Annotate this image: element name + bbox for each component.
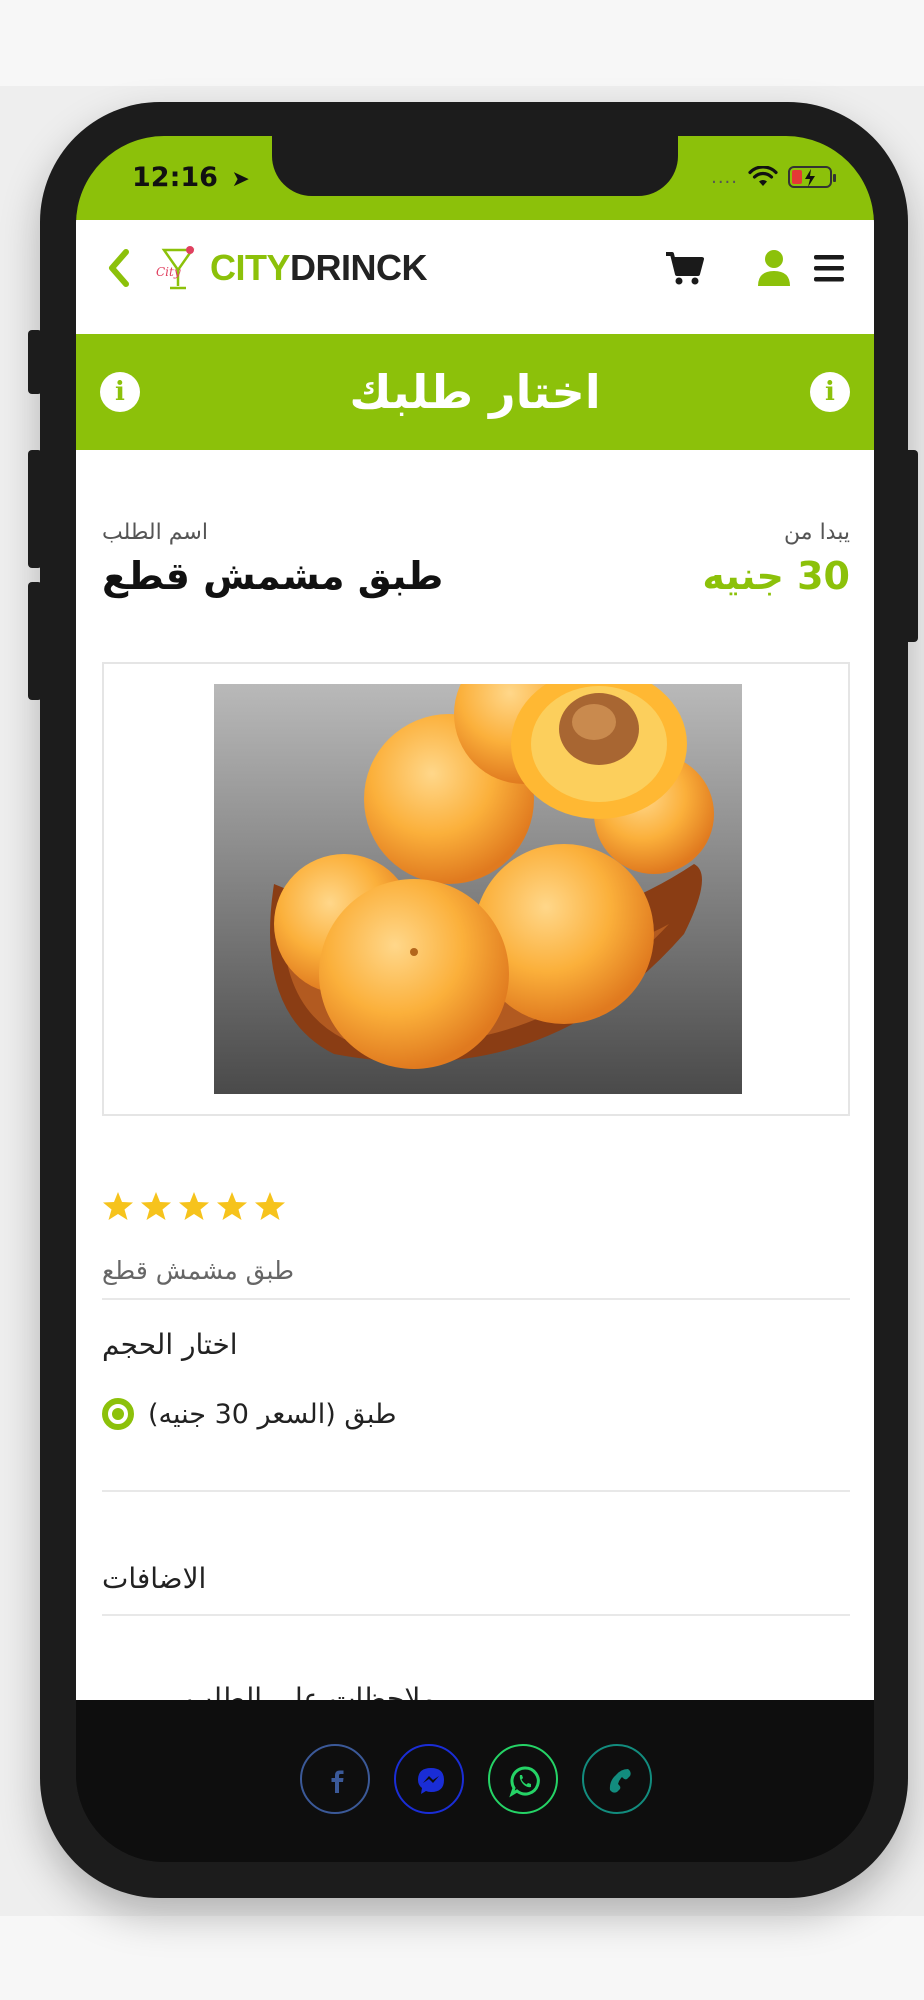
product-price: 30 جنيه <box>702 554 850 598</box>
star-icon <box>141 1192 171 1220</box>
social-buttons <box>300 1744 652 1814</box>
addons-section-title: الاضافات <box>102 1562 207 1595</box>
notes-section-title: ملاحظات على الطلب <box>186 1682 437 1700</box>
cocktail-glass-icon: City <box>156 246 195 290</box>
phone-screen: 12:16 ➤ .... City CITYDRINCK i اختار طلب… <box>76 136 874 1862</box>
radio-selected-icon[interactable] <box>102 1398 134 1430</box>
facebook-icon <box>331 1770 344 1793</box>
brand-name-drinck: DRINCK <box>290 247 428 288</box>
brand-name: CITYDRINCK <box>210 247 428 289</box>
divider <box>102 1490 850 1492</box>
phone-icon <box>609 1769 631 1793</box>
size-section-title: اختار الحجم <box>102 1328 238 1361</box>
product-name-label: اسم الطلب <box>102 520 208 545</box>
power-button <box>904 450 918 642</box>
size-option-label: طبق (السعر 30 جنيه) <box>148 1398 397 1430</box>
navbar: City CITYDRINCK <box>76 220 874 316</box>
info-icon[interactable]: i <box>100 372 140 412</box>
hamburger-menu-icon[interactable] <box>806 244 854 292</box>
product-name: طبق مشمش قطع <box>102 554 444 598</box>
star-icon <box>255 1192 285 1220</box>
messenger-button[interactable] <box>394 1744 464 1814</box>
product-description: طبق مشمش قطع <box>102 1256 294 1285</box>
product-image-frame <box>102 662 850 1116</box>
svg-text:City: City <box>156 265 181 279</box>
mute-switch <box>28 330 42 394</box>
star-icon <box>217 1192 247 1220</box>
battery-level <box>792 170 802 184</box>
size-option[interactable]: طبق (السعر 30 جنيه) <box>102 1398 397 1430</box>
volume-up-button <box>28 450 42 568</box>
user-icon[interactable] <box>750 244 798 292</box>
star-icon <box>103 1192 133 1220</box>
battery-charging-icon <box>788 166 836 188</box>
page-title: اختار طلبك <box>349 365 601 419</box>
page-title-bar: i اختار طلبك i <box>76 334 874 450</box>
product-image <box>214 684 742 1094</box>
whatsapp-icon <box>509 1766 540 1798</box>
status-time-text: 12:16 <box>132 162 218 193</box>
wifi-icon <box>748 166 778 186</box>
app-content: City CITYDRINCK i اختار طلبك i اسم الطلب… <box>76 220 874 1700</box>
status-bar: 12:16 ➤ .... <box>76 136 874 220</box>
social-bar <box>76 1700 874 1862</box>
brand-logo[interactable]: City CITYDRINCK <box>150 240 428 296</box>
phone-button[interactable] <box>582 1744 652 1814</box>
facebook-button[interactable] <box>300 1744 370 1814</box>
status-icons: .... <box>711 166 836 188</box>
notch <box>272 136 678 196</box>
messenger-icon <box>418 1768 444 1794</box>
cart-icon[interactable] <box>660 244 708 292</box>
whatsapp-button[interactable] <box>488 1744 558 1814</box>
rating-stars <box>102 1190 286 1222</box>
price-label: يبدا من <box>784 520 850 545</box>
top-background <box>0 0 924 86</box>
divider <box>102 1298 850 1300</box>
bottom-background <box>0 1916 924 2000</box>
divider <box>102 1614 850 1616</box>
location-arrow-icon: ➤ <box>231 167 250 192</box>
info-icon[interactable]: i <box>810 372 850 412</box>
back-chevron-icon[interactable] <box>102 244 136 292</box>
volume-down-button <box>28 582 42 700</box>
brand-name-city: CITY <box>210 247 291 288</box>
signal-icon: .... <box>711 166 738 188</box>
status-time: 12:16 ➤ <box>132 162 250 193</box>
star-icon <box>179 1192 209 1220</box>
